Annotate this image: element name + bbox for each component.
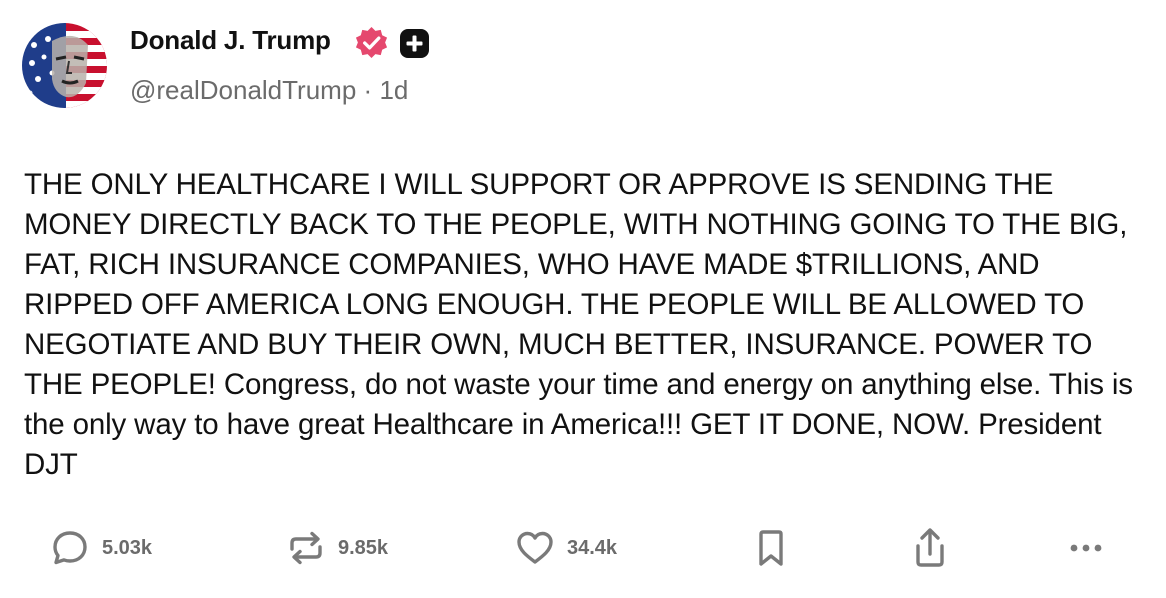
reply-bubble-icon xyxy=(50,528,90,568)
reply-button[interactable]: 5.03k xyxy=(50,520,152,576)
repost-arrows-icon xyxy=(286,528,326,568)
more-dots-icon xyxy=(1066,540,1106,556)
reply-count: 5.03k xyxy=(102,536,153,559)
repost-button[interactable]: 9.85k xyxy=(286,520,388,576)
bookmark-button[interactable] xyxy=(755,520,787,576)
post-card: Donald J. Trump @realDonaldTrump · 1d TH… xyxy=(0,0,1166,598)
author-display-name[interactable]: Donald J. Trump xyxy=(130,25,331,56)
author-meta: @realDonaldTrump · 1d xyxy=(130,75,408,106)
author-handle[interactable]: @realDonaldTrump xyxy=(130,75,356,105)
plus-badge-icon xyxy=(400,29,429,58)
post-age[interactable]: 1d xyxy=(379,75,408,105)
like-count: 34.4k xyxy=(567,536,618,559)
share-button[interactable] xyxy=(910,520,950,576)
share-upload-icon xyxy=(910,526,950,570)
more-options-button[interactable] xyxy=(1066,520,1106,576)
heart-icon xyxy=(515,528,555,568)
avatar-image xyxy=(22,23,107,108)
avatar[interactable] xyxy=(22,23,107,108)
meta-separator: · xyxy=(363,75,373,105)
post-actions-bar: 5.03k 9.85k 34.4k xyxy=(0,520,1166,576)
verified-badge-icon xyxy=(354,25,389,60)
bookmark-icon xyxy=(755,528,787,568)
repost-count: 9.85k xyxy=(338,536,389,559)
post-body-text: THE ONLY HEALTHCARE I WILL SUPPORT OR AP… xyxy=(24,168,1133,481)
like-button[interactable]: 34.4k xyxy=(515,520,617,576)
